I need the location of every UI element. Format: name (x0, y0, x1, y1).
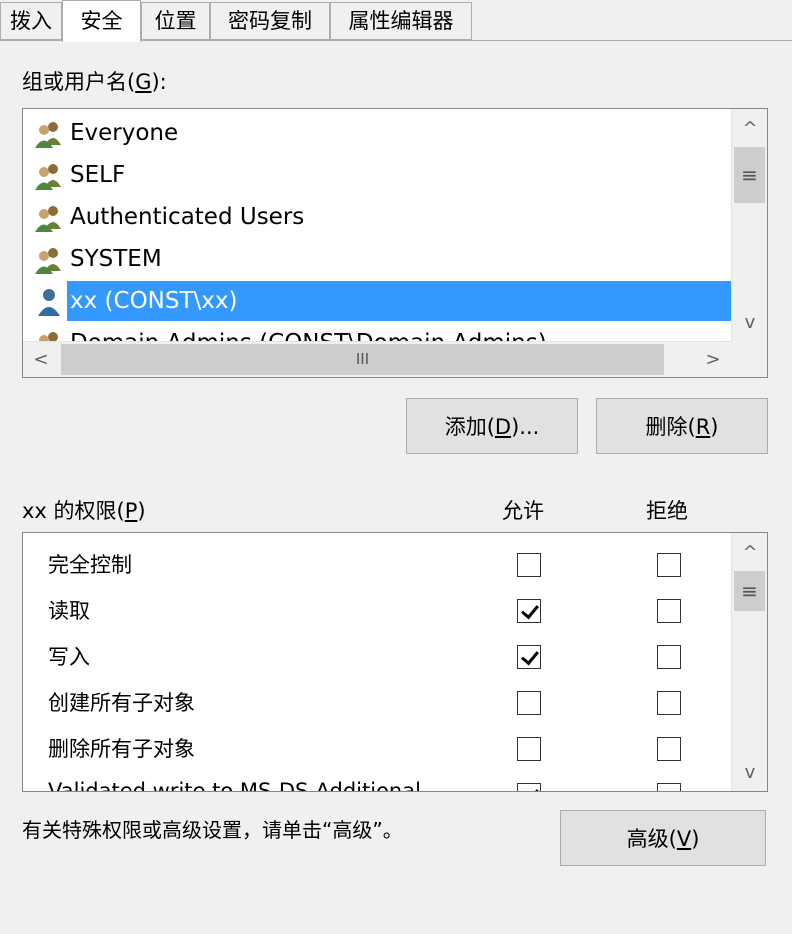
deny-column-header: 拒绝 (646, 499, 688, 523)
allow-column-header: 允许 (502, 499, 544, 523)
scrollbar-corner (731, 341, 767, 377)
allow-checkbox[interactable] (517, 553, 541, 577)
allow-checkbox[interactable] (517, 783, 541, 791)
allow-checkbox[interactable] (517, 645, 541, 669)
permission-row: 完全控制 (23, 541, 733, 587)
user-icon (38, 289, 60, 316)
deny-checkbox[interactable] (657, 599, 681, 623)
permission-row: 删除所有子对象 (23, 725, 733, 771)
tab-bar: 拨入 安全 位置 密码复制 属性编辑器 (0, 0, 792, 42)
permission-row: 写入 (23, 633, 733, 679)
remove-button[interactable]: 删除(R) (596, 398, 768, 454)
permission-row: 读取 (23, 587, 733, 633)
scroll-up-button[interactable]: ^ (732, 535, 767, 571)
permission-row: Validated write to MS-DS-Additional (23, 771, 733, 791)
tab-attribute-editor[interactable]: 属性编辑器 (330, 2, 472, 40)
list-item[interactable]: Authenticated Users (33, 197, 731, 237)
deny-checkbox[interactable] (657, 645, 681, 669)
tab-password-replication[interactable]: 密码复制 (210, 2, 330, 40)
scroll-thumb[interactable]: ≡ (734, 147, 765, 203)
user-group-icon (35, 164, 61, 190)
scroll-up-button[interactable]: ^ (732, 111, 767, 147)
allow-checkbox[interactable] (517, 737, 541, 761)
user-group-icon (35, 206, 61, 232)
deny-checkbox[interactable] (657, 783, 681, 791)
permissions-vertical-scrollbar[interactable]: ^ ≡ v (731, 533, 767, 791)
tab-location[interactable]: 位置 (141, 2, 210, 40)
scroll-down-button[interactable]: v (732, 305, 767, 341)
scroll-thumb[interactable]: ≡ (734, 571, 765, 611)
user-group-icon (35, 122, 61, 148)
scroll-left-button[interactable]: < (23, 342, 59, 377)
scroll-down-button[interactable]: v (732, 755, 767, 791)
groups-listbox[interactable]: Everyone SELF Authenticated Users SYSTEM… (22, 108, 768, 378)
user-group-icon (35, 248, 61, 274)
deny-checkbox[interactable] (657, 553, 681, 577)
permissions-listbox[interactable]: 完全控制 读取 写入 创建所有子对象 删除所有子对象 Validated wri… (22, 532, 768, 792)
advanced-hint-text: 有关特殊权限或高级设置，请单击“高级”。 (22, 818, 403, 842)
permissions-label: xx 的权限(P) (22, 499, 146, 523)
deny-checkbox[interactable] (657, 691, 681, 715)
permission-row: 创建所有子对象 (23, 679, 733, 725)
list-item[interactable]: SYSTEM (33, 239, 731, 279)
list-item[interactable]: Everyone (33, 113, 731, 153)
groups-horizontal-scrollbar[interactable]: < III > (23, 341, 731, 377)
list-item-selected[interactable]: xx (CONST\xx) (33, 281, 731, 321)
groups-vertical-scrollbar[interactable]: ^ ≡ v (731, 109, 767, 341)
allow-checkbox[interactable] (517, 691, 541, 715)
add-button[interactable]: 添加(D)... (406, 398, 578, 454)
tab-dial-in[interactable]: 拨入 (0, 2, 62, 40)
allow-checkbox[interactable] (517, 599, 541, 623)
tab-security[interactable]: 安全 (62, 0, 141, 42)
advanced-button[interactable]: 高级(V) (560, 810, 766, 866)
groups-label: 组或用户名(G): (22, 70, 167, 94)
horizontal-scroll-thumb[interactable]: III (61, 344, 664, 375)
deny-checkbox[interactable] (657, 737, 681, 761)
list-item[interactable]: SELF (33, 155, 731, 195)
scroll-right-button[interactable]: > (695, 342, 731, 377)
